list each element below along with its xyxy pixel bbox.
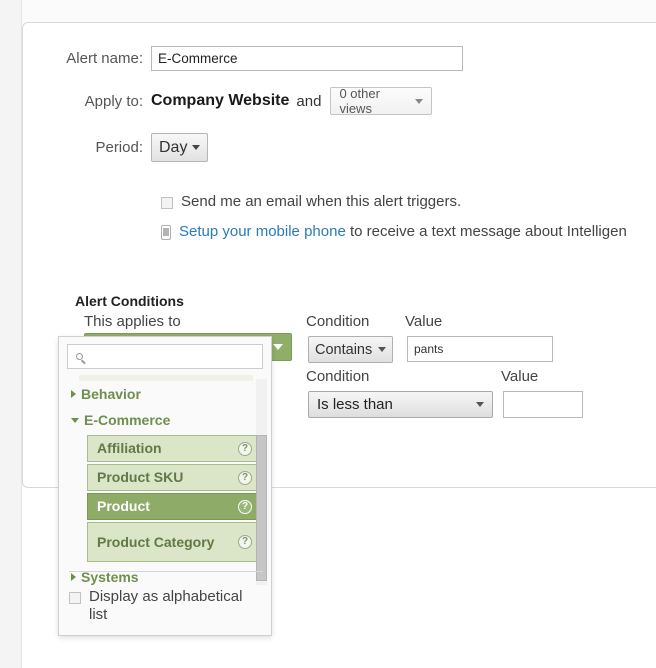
alert-name-input[interactable] — [151, 46, 463, 71]
alert-name-row: Alert name: — [43, 46, 483, 71]
condition-column-header-2: Condition — [306, 368, 370, 385]
group-label: E-Commerce — [84, 412, 171, 428]
metric-dropdown-panel: Behavior E-Commerce Affiliation ? Produc… — [58, 336, 272, 636]
value-column-header-2: Value — [501, 368, 539, 385]
applies-to-column-header: This applies to — [84, 313, 181, 330]
item-label: Product SKU — [97, 469, 184, 486]
value-column-header-1: Value — [405, 313, 443, 330]
period-dropdown[interactable]: Day — [151, 133, 209, 162]
alert-name-label: Alert name: — [66, 50, 143, 67]
alert-conditions-title: Alert Conditions — [75, 293, 184, 309]
alphabetical-list-row: Display as alphabetical list — [69, 580, 263, 626]
list-item-selected[interactable]: Product ? — [87, 493, 259, 520]
metric-dropdown-list: Behavior E-Commerce Affiliation ? Produc… — [59, 375, 271, 585]
send-email-label: Send me an email when this alert trigger… — [181, 193, 462, 210]
chevron-down-icon — [476, 402, 484, 407]
group-behavior[interactable]: Behavior — [59, 381, 271, 407]
display-alphabetical-label: Display as alphabetical list — [89, 587, 243, 624]
metric-search-box[interactable] — [67, 344, 263, 369]
condition-1-select[interactable]: Contains — [308, 336, 393, 363]
list-item[interactable]: Product Category ? — [87, 522, 259, 562]
list-item[interactable]: Affiliation ? — [87, 435, 259, 462]
period-row: Period: Day — [43, 133, 343, 162]
mobile-phone-icon — [161, 225, 171, 240]
display-alphabetical-checkbox[interactable] — [69, 591, 81, 604]
item-label: Product Category — [97, 533, 215, 550]
chevron-down-icon — [415, 98, 424, 104]
chevron-down-icon — [192, 145, 201, 150]
condition-1-value: Contains — [315, 341, 373, 358]
alert-editor-page: Alert name: Apply to: Company Website an… — [0, 0, 656, 668]
period-value: Day — [159, 138, 188, 156]
metric-search-input[interactable] — [88, 346, 262, 367]
help-icon[interactable]: ? — [238, 441, 252, 456]
apply-to-label: Apply to: — [84, 92, 143, 110]
chevron-down-icon — [273, 344, 283, 350]
divider — [69, 570, 263, 572]
help-icon[interactable]: ? — [238, 499, 252, 514]
period-label: Period: — [95, 139, 143, 156]
mobile-phone-description: to receive a text message about Intellig… — [345, 223, 627, 240]
apply-to-conjunction: and — [296, 92, 322, 110]
dropdown-scrollbar-thumb[interactable] — [256, 435, 267, 581]
item-label: Product — [97, 498, 150, 515]
apply-to-property-name: Company Website — [151, 92, 290, 109]
value-1-input[interactable] — [407, 336, 553, 362]
other-views-dropdown[interactable]: 0 other views — [330, 86, 433, 116]
search-icon — [76, 353, 83, 360]
condition-column-header-1: Condition — [306, 313, 370, 330]
chevron-right-icon — [71, 390, 76, 398]
list-item[interactable]: Product SKU ? — [87, 464, 259, 491]
help-icon[interactable]: ? — [238, 470, 252, 485]
setup-mobile-phone-link[interactable]: Setup your mobile phone — [179, 223, 346, 240]
dropdown-footer: Display as alphabetical list — [59, 570, 271, 636]
apply-to-row: Apply to: Company Website and 0 other vi… — [43, 86, 483, 116]
email-notification-row: Send me an email when this alert trigger… — [161, 193, 461, 210]
chevron-down-icon — [378, 347, 386, 352]
help-icon[interactable]: ? — [238, 535, 252, 549]
condition-2-select[interactable]: Is less than — [308, 391, 493, 418]
other-views-label: 0 other views — [339, 86, 380, 116]
chevron-down-icon — [71, 417, 79, 423]
send-email-checkbox[interactable] — [161, 197, 173, 209]
condition-2-value: Is less than — [317, 396, 393, 413]
item-label: Affiliation — [97, 440, 162, 457]
value-2-input[interactable] — [503, 391, 583, 418]
group-label: Behavior — [81, 386, 141, 402]
group-ecommerce[interactable]: E-Commerce — [59, 407, 271, 433]
page-left-gutter — [0, 0, 22, 668]
mobile-phone-row: Setup your mobile phone to receive a tex… — [161, 223, 627, 240]
